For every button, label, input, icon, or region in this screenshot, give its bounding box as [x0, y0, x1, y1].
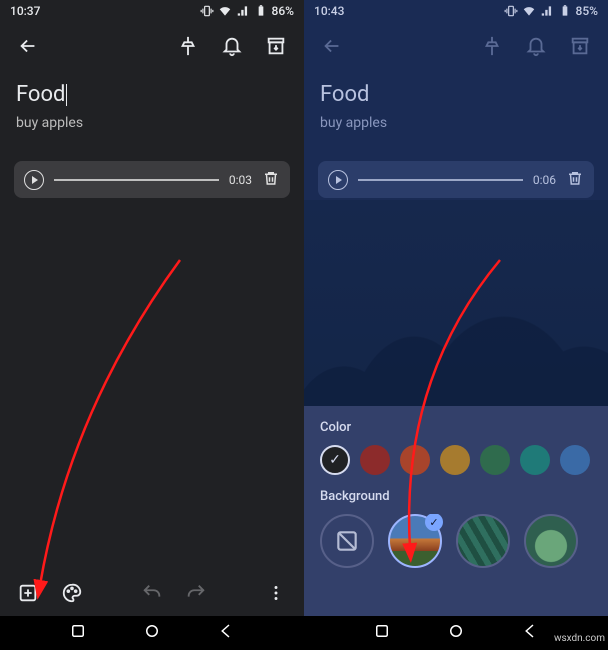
- audio-attachment: 0:06: [318, 161, 594, 198]
- battery-percent: 85%: [576, 4, 598, 18]
- color-swatch-6[interactable]: [560, 445, 590, 475]
- nav-recents[interactable]: [69, 622, 87, 644]
- note-body-input[interactable]: buy apples: [320, 115, 592, 131]
- app-header: [0, 22, 304, 70]
- play-button[interactable]: [328, 170, 348, 190]
- annotation-arrow-left: [30, 260, 200, 604]
- audio-track[interactable]: [358, 179, 523, 181]
- back-button[interactable]: [10, 28, 46, 64]
- background-option-3[interactable]: [524, 514, 578, 568]
- back-button[interactable]: [314, 28, 350, 64]
- color-swatch-5[interactable]: [520, 445, 550, 475]
- battery-icon: [558, 4, 572, 18]
- note-body-input[interactable]: buy apples: [16, 115, 288, 131]
- battery-percent: 86%: [272, 4, 294, 18]
- audio-attachment: 0:03: [14, 161, 290, 198]
- status-time: 10:37: [10, 4, 40, 18]
- reminder-button[interactable]: [214, 28, 250, 64]
- background-option-none[interactable]: [320, 514, 374, 568]
- note-title-input[interactable]: Food: [16, 82, 288, 107]
- nav-home[interactable]: [143, 622, 161, 644]
- annotation-arrow-right: [380, 260, 520, 564]
- wifi-icon: [218, 4, 232, 18]
- play-button[interactable]: [24, 170, 44, 190]
- status-icons: 86%: [200, 4, 294, 18]
- more-button[interactable]: [260, 577, 292, 609]
- note-title-text: Food: [320, 82, 369, 107]
- status-bar: 10:43 85%: [304, 0, 608, 22]
- delete-audio-button[interactable]: [262, 169, 280, 190]
- color-swatch-0[interactable]: [320, 445, 350, 475]
- wifi-icon: [522, 4, 536, 18]
- note-title-input[interactable]: Food: [320, 82, 592, 107]
- watermark: wsxdn.com: [554, 633, 605, 644]
- archive-button[interactable]: [258, 28, 294, 64]
- audio-track[interactable]: [54, 179, 219, 181]
- status-time: 10:43: [314, 4, 344, 18]
- reminder-button[interactable]: [518, 28, 554, 64]
- audio-duration: 0:06: [533, 173, 556, 187]
- delete-audio-button[interactable]: [566, 169, 584, 190]
- system-navbar: [0, 616, 304, 650]
- pin-button[interactable]: [474, 28, 510, 64]
- app-header: [304, 22, 608, 70]
- battery-icon: [254, 4, 268, 18]
- nav-back[interactable]: [521, 622, 539, 644]
- archive-button[interactable]: [562, 28, 598, 64]
- status-bar: 10:37 86%: [0, 0, 304, 22]
- vibrate-icon: [504, 4, 518, 18]
- nav-back[interactable]: [217, 622, 235, 644]
- signal-icon: [540, 4, 554, 18]
- signal-icon: [236, 4, 250, 18]
- pin-button[interactable]: [170, 28, 206, 64]
- status-icons: 85%: [504, 4, 598, 18]
- audio-duration: 0:03: [229, 173, 252, 187]
- text-cursor: [66, 84, 67, 106]
- nav-home[interactable]: [447, 622, 465, 644]
- note-title-text: Food: [16, 82, 65, 107]
- vibrate-icon: [200, 4, 214, 18]
- nav-recents[interactable]: [373, 622, 391, 644]
